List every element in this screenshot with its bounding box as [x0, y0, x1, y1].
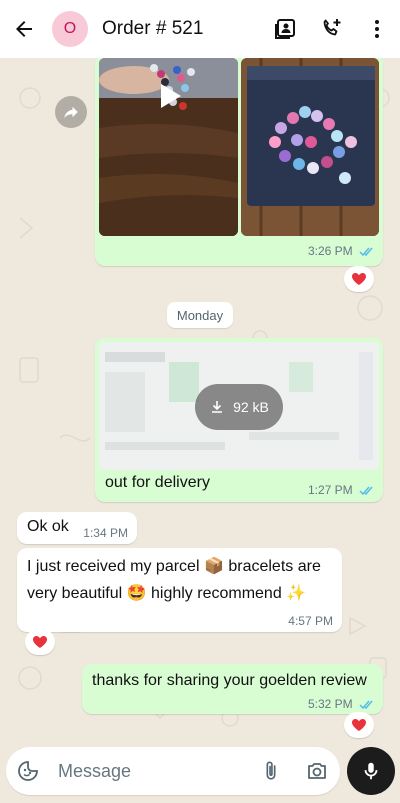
more-vert-icon [375, 20, 379, 38]
package-emoji: 📦 [203, 558, 224, 575]
thanks-text: thanks for sharing your goelden review [92, 672, 367, 689]
reaction-heart[interactable] [344, 712, 374, 738]
more-options-button[interactable] [354, 0, 400, 58]
sticker-icon [18, 761, 38, 781]
back-arrow-icon [16, 21, 32, 37]
forward-icon [64, 106, 78, 118]
bracelet-bag-image [241, 58, 379, 236]
reaction-heart[interactable] [344, 266, 374, 292]
document-bubble[interactable]: 92 kB out for delivery 1:27 PM [95, 338, 383, 502]
message-composer: Message [6, 747, 340, 795]
message-input[interactable]: Message [58, 761, 248, 782]
microphone-icon [364, 762, 378, 780]
chat-header: O Order # 521 [0, 0, 400, 58]
document-timestamp: 1:27 PM [308, 483, 375, 497]
camera-icon [308, 763, 326, 779]
download-icon [212, 401, 223, 413]
thanks-bubble[interactable]: thanks for sharing your goelden review 5… [82, 664, 383, 714]
thanks-timestamp: 5:32 PM [308, 697, 375, 711]
ok-timestamp: 1:34 PM [83, 526, 128, 540]
attach-button[interactable] [248, 747, 294, 795]
star-struck-emoji: 🤩 [126, 585, 147, 602]
document-caption: out for delivery [105, 474, 210, 491]
chat-title[interactable]: Order # 521 [102, 18, 262, 40]
read-ticks-icon [359, 486, 373, 495]
contact-card-button[interactable] [262, 0, 308, 58]
download-button[interactable]: 92 kB [195, 384, 283, 430]
sparkles-emoji: ✨ [286, 585, 307, 602]
day-divider: Monday [167, 302, 233, 328]
ok-bubble[interactable]: Ok ok 1:34 PM [17, 512, 137, 544]
add-call-icon [323, 19, 341, 36]
reaction-heart[interactable] [25, 629, 55, 655]
received-bubble[interactable]: I just received my parcel 📦 bracelets ar… [17, 548, 342, 632]
video-thumbnail[interactable] [99, 58, 238, 236]
received-line-1: I just received my parcel 📦 bracelets ar… [27, 558, 321, 575]
paperclip-icon [266, 761, 276, 780]
contact-card-icon [275, 19, 295, 39]
heart-icon [352, 719, 366, 731]
heart-icon [33, 636, 47, 648]
bracelet-video-image [99, 58, 238, 236]
avatar-letter: O [63, 20, 77, 37]
avatar[interactable]: O [52, 11, 88, 47]
read-ticks-icon [359, 700, 373, 709]
read-ticks-icon [359, 247, 373, 256]
photos-timestamp: 3:26 PM [308, 244, 375, 258]
heart-icon [352, 273, 366, 285]
received-timestamp: 4:57 PM [288, 614, 333, 628]
ok-text: Ok ok [27, 518, 69, 535]
photo-thumbnail[interactable] [241, 58, 379, 236]
voice-message-button[interactable] [347, 747, 395, 795]
document-size: 92 kB [233, 399, 269, 415]
back-button[interactable] [0, 0, 48, 58]
sticker-button[interactable] [6, 747, 50, 795]
chat-area[interactable]: 3:26 PM Monday 92 kB out for delivery 1:… [0, 58, 400, 803]
received-line-2: very beautiful 🤩 highly recommend ✨ [27, 585, 307, 602]
document-preview[interactable]: 92 kB [99, 342, 379, 470]
photos-bubble[interactable]: 3:26 PM [95, 58, 383, 266]
add-call-button[interactable] [308, 0, 354, 58]
camera-button[interactable] [294, 747, 340, 795]
forward-button[interactable] [55, 96, 87, 128]
